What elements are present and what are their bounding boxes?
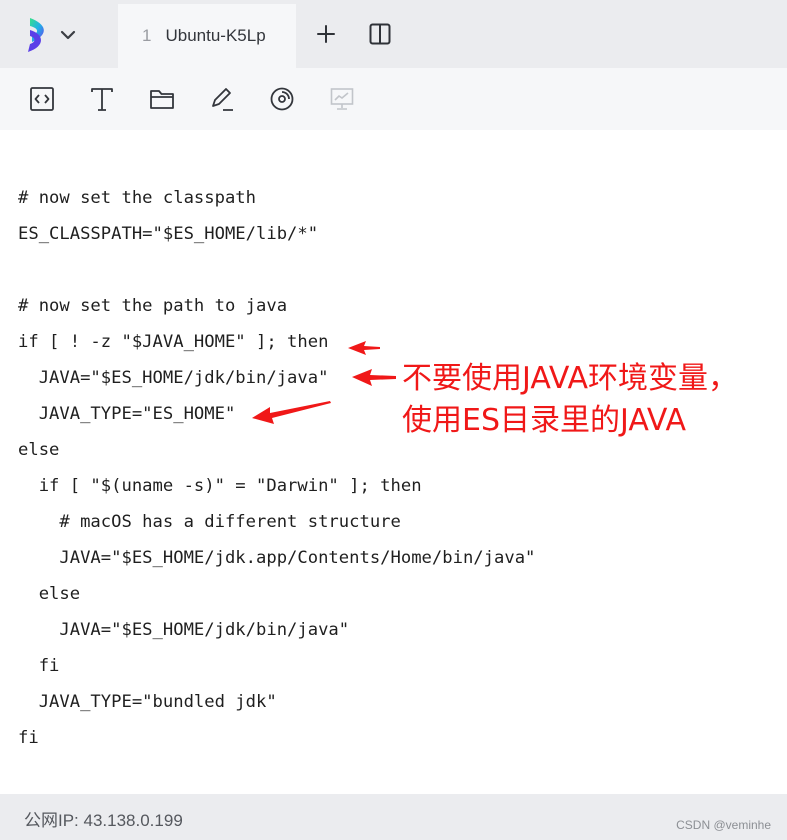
code-icon[interactable]: [29, 86, 55, 112]
code-line: fi: [18, 728, 39, 748]
tab-ubuntu[interactable]: 1 Ubuntu-K5Lp: [118, 4, 296, 68]
annotation-line-2: 使用ES目录里的JAVA: [402, 403, 687, 438]
toolbar: [0, 68, 787, 130]
code-viewer[interactable]: # now set the classpath ES_CLASSPATH="$E…: [0, 130, 787, 794]
tab-bar: 1 Ubuntu-K5Lp: [0, 0, 787, 68]
annotation-line-1: 不要使用JAVA环境变量，: [402, 361, 739, 396]
tab-index: 1: [142, 26, 152, 45]
tab-label: Ubuntu-K5Lp: [165, 26, 266, 45]
text-icon[interactable]: [89, 86, 115, 112]
disk-icon[interactable]: [269, 86, 295, 112]
app-logo-icon: [28, 18, 76, 52]
code-line: ES_CLASSPATH="$ES_HOME/lib/*": [18, 224, 319, 244]
code-line: JAVA_TYPE="bundled jdk": [18, 692, 277, 712]
code-line: # now set the classpath: [18, 188, 256, 208]
arrow-3: [252, 401, 331, 424]
arrow-1: [348, 341, 380, 355]
app-menu-button[interactable]: [24, 16, 82, 56]
code-line: if [ "$(uname -s)" = "Darwin" ]; then: [18, 476, 422, 496]
csdn-watermark: CSDN @veminhe: [676, 818, 771, 832]
code-line: JAVA="$ES_HOME/jdk/bin/java": [18, 620, 350, 640]
code-line: if [ ! -z "$JAVA_HOME" ]; then: [18, 332, 329, 352]
public-ip-label: 公网IP: 43.138.0.199: [24, 811, 183, 830]
chevron-down-icon: [60, 30, 76, 40]
status-bar: 公网IP: 43.138.0.199 CSDN @veminhe: [0, 794, 787, 840]
code-line: JAVA="$ES_HOME/jdk/bin/java": [18, 368, 329, 388]
monitor-icon: [330, 88, 354, 110]
code-line: JAVA_TYPE="ES_HOME": [18, 404, 236, 424]
split-view-icon[interactable]: [368, 22, 392, 46]
arrow-2: [352, 369, 396, 386]
code-line: JAVA="$ES_HOME/jdk.app/Contents/Home/bin…: [18, 548, 536, 568]
code-line: else: [18, 584, 81, 604]
code-line: # macOS has a different structure: [18, 512, 401, 532]
edit-icon[interactable]: [209, 86, 235, 112]
plus-icon[interactable]: [314, 22, 338, 46]
code-line: else: [18, 440, 60, 460]
code-line: # now set the path to java: [18, 296, 288, 316]
folder-icon[interactable]: [149, 86, 175, 112]
code-line: fi: [18, 656, 60, 676]
